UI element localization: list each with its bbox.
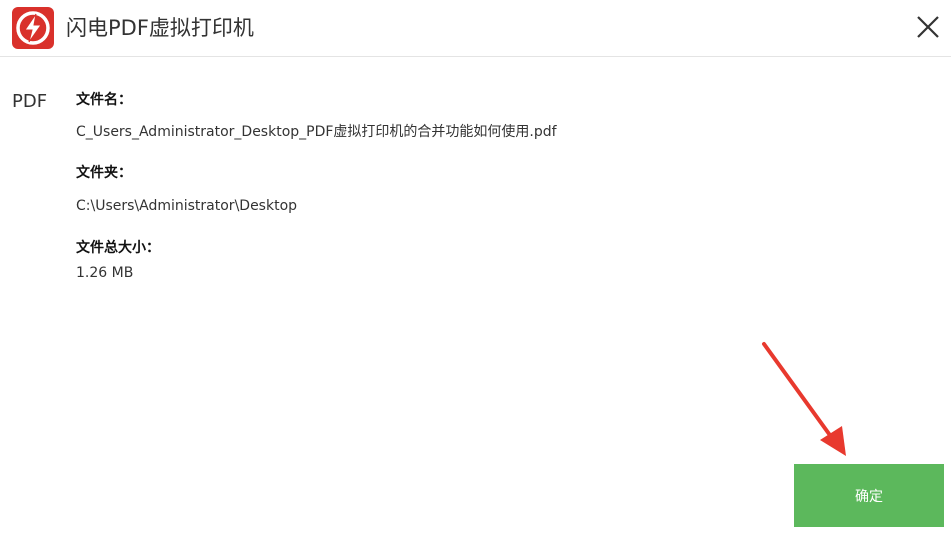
file-type-label: PDF [12, 91, 48, 112]
folder-value: C:\Users\Administrator\Desktop [76, 198, 298, 214]
file-size-label: 文件总大小： [76, 240, 160, 256]
file-name-label: 文件名： [76, 92, 132, 108]
file-size-value: 1.26 MB [76, 265, 134, 281]
printer-dialog: 闪电PDF虚拟打印机 PDF 文件名： C_Users_Administrato… [0, 0, 951, 535]
close-icon[interactable] [913, 12, 943, 42]
file-name-value: C_Users_Administrator_Desktop_PDF虚拟打印机的合… [76, 124, 557, 140]
lightning-logo-icon [12, 7, 54, 49]
window-title: 闪电PDF虚拟打印机 [66, 16, 254, 40]
folder-label: 文件夹： [76, 165, 132, 181]
red-arrow-icon [762, 342, 846, 456]
title-bar: 闪电PDF虚拟打印机 [0, 0, 951, 57]
confirm-button[interactable]: 确定 [794, 464, 944, 527]
